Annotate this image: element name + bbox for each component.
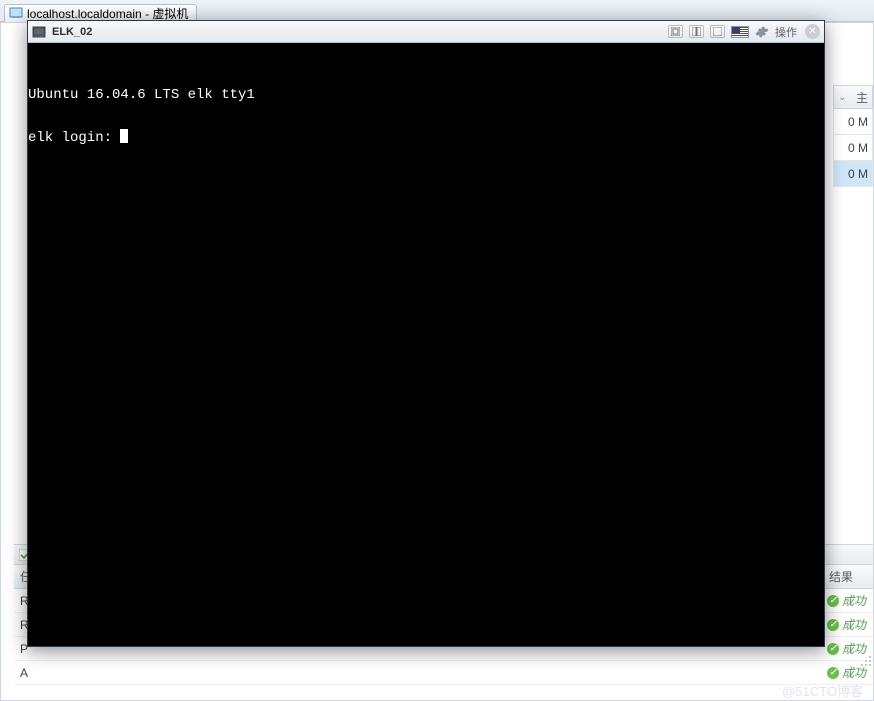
minimize-button[interactable]	[710, 25, 725, 38]
console-icon	[32, 25, 46, 39]
outer-tab[interactable]: localhost.localdomain - 虚拟机	[4, 4, 197, 22]
console-line: elk login:	[28, 128, 824, 150]
console-line: Ubuntu 16.04.6 LTS elk tty1	[28, 85, 824, 107]
cell-value: 0 M	[848, 115, 868, 129]
us-flag-icon[interactable]	[731, 26, 749, 38]
side-cell[interactable]: 0 M	[833, 109, 873, 135]
vm-titlebar[interactable]: ELK_02 操作 ✕	[28, 21, 824, 43]
task-row[interactable]: A ✓成功	[14, 661, 873, 685]
cell-value: 0 M	[848, 141, 868, 155]
vm-action-label[interactable]: 操作	[775, 24, 797, 40]
vm-window: ELK_02 操作 ✕ Ubuntu 16.04.6 LTS elk tty1 …	[27, 20, 825, 647]
col-header-host-label: 主	[856, 89, 868, 106]
outer-tab-bar: localhost.localdomain - 虚拟机	[0, 0, 874, 22]
task-result: ✓成功	[823, 616, 873, 633]
ok-icon: ✓	[827, 643, 839, 655]
outer-tab-label: localhost.localdomain - 虚拟机	[27, 5, 188, 22]
login-prompt: elk login:	[28, 130, 120, 146]
ok-icon: ✓	[827, 619, 839, 631]
dock-button-2[interactable]	[689, 25, 704, 38]
col-header-result[interactable]: 结果	[823, 565, 873, 588]
cell-value: 0 M	[848, 167, 868, 181]
side-cell-selected[interactable]: 0 M	[833, 161, 873, 187]
task-name: A	[14, 666, 823, 680]
gear-icon[interactable]	[755, 25, 769, 39]
console-cursor	[120, 129, 128, 143]
vm-title: ELK_02	[52, 26, 92, 38]
right-sidebar: ⌄ 主 0 M 0 M 0 M	[833, 85, 873, 187]
side-cell[interactable]: 0 M	[833, 135, 873, 161]
col-header-host[interactable]: ⌄ 主	[833, 85, 873, 109]
ok-icon: ✓	[827, 595, 839, 607]
task-result-label: 成功	[842, 616, 866, 633]
col-header-result-label: 结果	[829, 568, 853, 585]
host-icon	[9, 6, 23, 20]
task-result: ✓成功	[823, 592, 873, 609]
vm-console[interactable]: Ubuntu 16.04.6 LTS elk tty1 elk login:	[28, 43, 824, 646]
chevron-down-icon: ⌄	[838, 92, 846, 103]
resize-grip-icon[interactable]	[810, 632, 822, 644]
dock-button-1[interactable]	[668, 25, 683, 38]
close-icon[interactable]: ✕	[805, 24, 820, 39]
task-result-label: 成功	[842, 592, 866, 609]
